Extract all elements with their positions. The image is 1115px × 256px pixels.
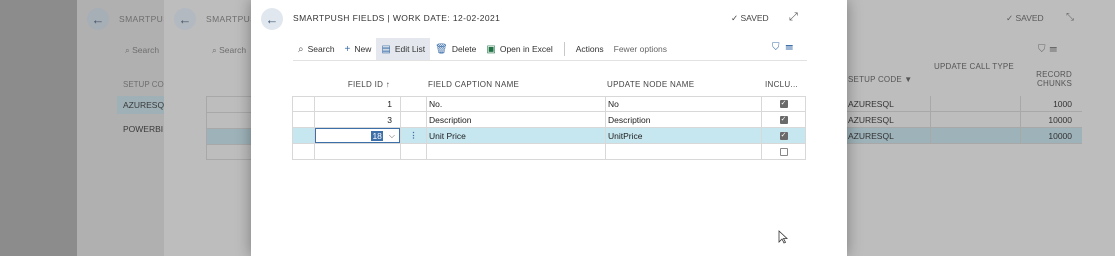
search-button[interactable]: ⌕ Search: [293, 38, 340, 60]
back-arrow-icon: ←: [87, 8, 109, 30]
table-row: AZURESQL 10000: [846, 128, 1082, 144]
field-id-input[interactable]: 18 ⌵: [315, 128, 400, 143]
list-icon[interactable]: ☰: [786, 42, 800, 53]
column-header-node[interactable]: UPDATE NODE NAME: [605, 72, 761, 96]
include-checkbox[interactable]: ✓: [779, 115, 788, 124]
include-checkbox[interactable]: ✓: [779, 131, 788, 140]
page-title: SMARTPUSH: [206, 14, 252, 24]
plus-icon: +: [344, 43, 351, 55]
action-bar: ⌕ Search + New ▤ Edit List 🗑 Delete ▣ Open in…: [293, 38, 807, 61]
mouse-pointer-icon: [778, 230, 788, 244]
page-title: SMARTPUSH: [119, 14, 167, 24]
open-in-excel-button[interactable]: ▣ Open in Excel: [481, 38, 557, 60]
list-item: POWERBI: [123, 124, 164, 134]
table-row-selected[interactable]: 18 ⌵ ⋮ Unit Price UnitPrice ✓: [292, 128, 806, 144]
list-item: AZURESQL: [117, 96, 169, 114]
include-checkbox[interactable]: [779, 147, 788, 156]
search-action: ⌕ Search: [212, 45, 247, 55]
caption-cell[interactable]: Unit Price: [426, 128, 605, 143]
table-row-empty[interactable]: [292, 144, 806, 160]
search-icon: ⌕: [298, 43, 304, 55]
field-id-cell[interactable]: 3: [314, 112, 400, 127]
table-row[interactable]: 1 No. No ✓: [292, 96, 806, 112]
field-id-cell[interactable]: 1: [314, 97, 400, 111]
saved-status: ✓ SAVED: [1006, 13, 1044, 23]
smartpush-fields-dialog: ← SMARTPUSH FIELDS | WORK DATE: 12-02-20…: [251, 0, 847, 256]
field-id-cell[interactable]: [314, 144, 400, 159]
column-header: SETUP COD: [123, 80, 170, 89]
include-checkbox[interactable]: ✓: [779, 100, 788, 108]
trash-icon: 🗑: [435, 43, 448, 55]
table-row: AZURESQL 10000: [846, 112, 1082, 128]
table-row: AZURESQL 1000: [846, 96, 1082, 112]
saved-status: ✓ SAVED: [731, 13, 769, 23]
background-grid: [206, 96, 252, 160]
edit-list-icon: ▤: [381, 43, 391, 55]
expand-icon[interactable]: ⤢: [789, 11, 798, 24]
node-cell[interactable]: UnitPrice: [605, 128, 761, 143]
fewer-options-button[interactable]: Fewer options: [609, 38, 672, 60]
excel-icon: ▣: [486, 43, 496, 55]
filter-icon[interactable]: ⛉: [772, 42, 786, 53]
delete-button[interactable]: 🗑 Delete: [430, 38, 481, 60]
new-button[interactable]: + New: [340, 38, 377, 60]
back-arrow-icon: ←: [174, 8, 196, 30]
checkmark-icon: ✓: [731, 13, 739, 23]
column-header: SETUP CODE ▼: [848, 74, 913, 84]
column-header-caption[interactable]: FIELD CAPTION NAME: [426, 72, 605, 96]
column-header: RECORD CHUNKS: [1036, 70, 1072, 88]
node-cell[interactable]: Description: [605, 112, 761, 127]
dropdown-chevron-icon[interactable]: ⌵: [389, 131, 395, 141]
column-header-include[interactable]: INCLU...: [761, 72, 806, 96]
node-cell[interactable]: No: [605, 97, 761, 111]
actions-menu[interactable]: Actions: [571, 38, 609, 60]
edit-list-button[interactable]: ▤ Edit List: [376, 38, 431, 60]
grid-header-row: FIELD ID ↑ FIELD CAPTION NAME UPDATE NOD…: [292, 72, 806, 96]
fields-grid: FIELD ID ↑ FIELD CAPTION NAME UPDATE NOD…: [292, 72, 806, 160]
search-action: ⌕ Search: [125, 45, 160, 55]
caption-cell[interactable]: Description: [426, 112, 605, 127]
filter-icon: ⛉☰: [1038, 44, 1061, 55]
toolbar-divider: [563, 42, 565, 56]
page-title: SMARTPUSH FIELDS | WORK DATE: 12-02-2021: [293, 13, 501, 23]
column-header-field-id[interactable]: FIELD ID ↑: [314, 72, 400, 96]
node-cell[interactable]: [605, 144, 761, 159]
collapse-icon: ⤡: [1066, 12, 1074, 23]
background-grid: SETUP CODE ▼ UPDATE CALL TYPE RECORD CHU…: [846, 62, 1082, 144]
caption-cell[interactable]: No.: [426, 97, 605, 111]
back-button[interactable]: ←: [261, 8, 283, 30]
caption-cell[interactable]: [426, 144, 605, 159]
table-row[interactable]: 3 Description Description ✓: [292, 112, 806, 128]
row-menu-icon[interactable]: ⋮: [400, 128, 426, 143]
column-header: UPDATE CALL TYPE: [934, 62, 1014, 71]
